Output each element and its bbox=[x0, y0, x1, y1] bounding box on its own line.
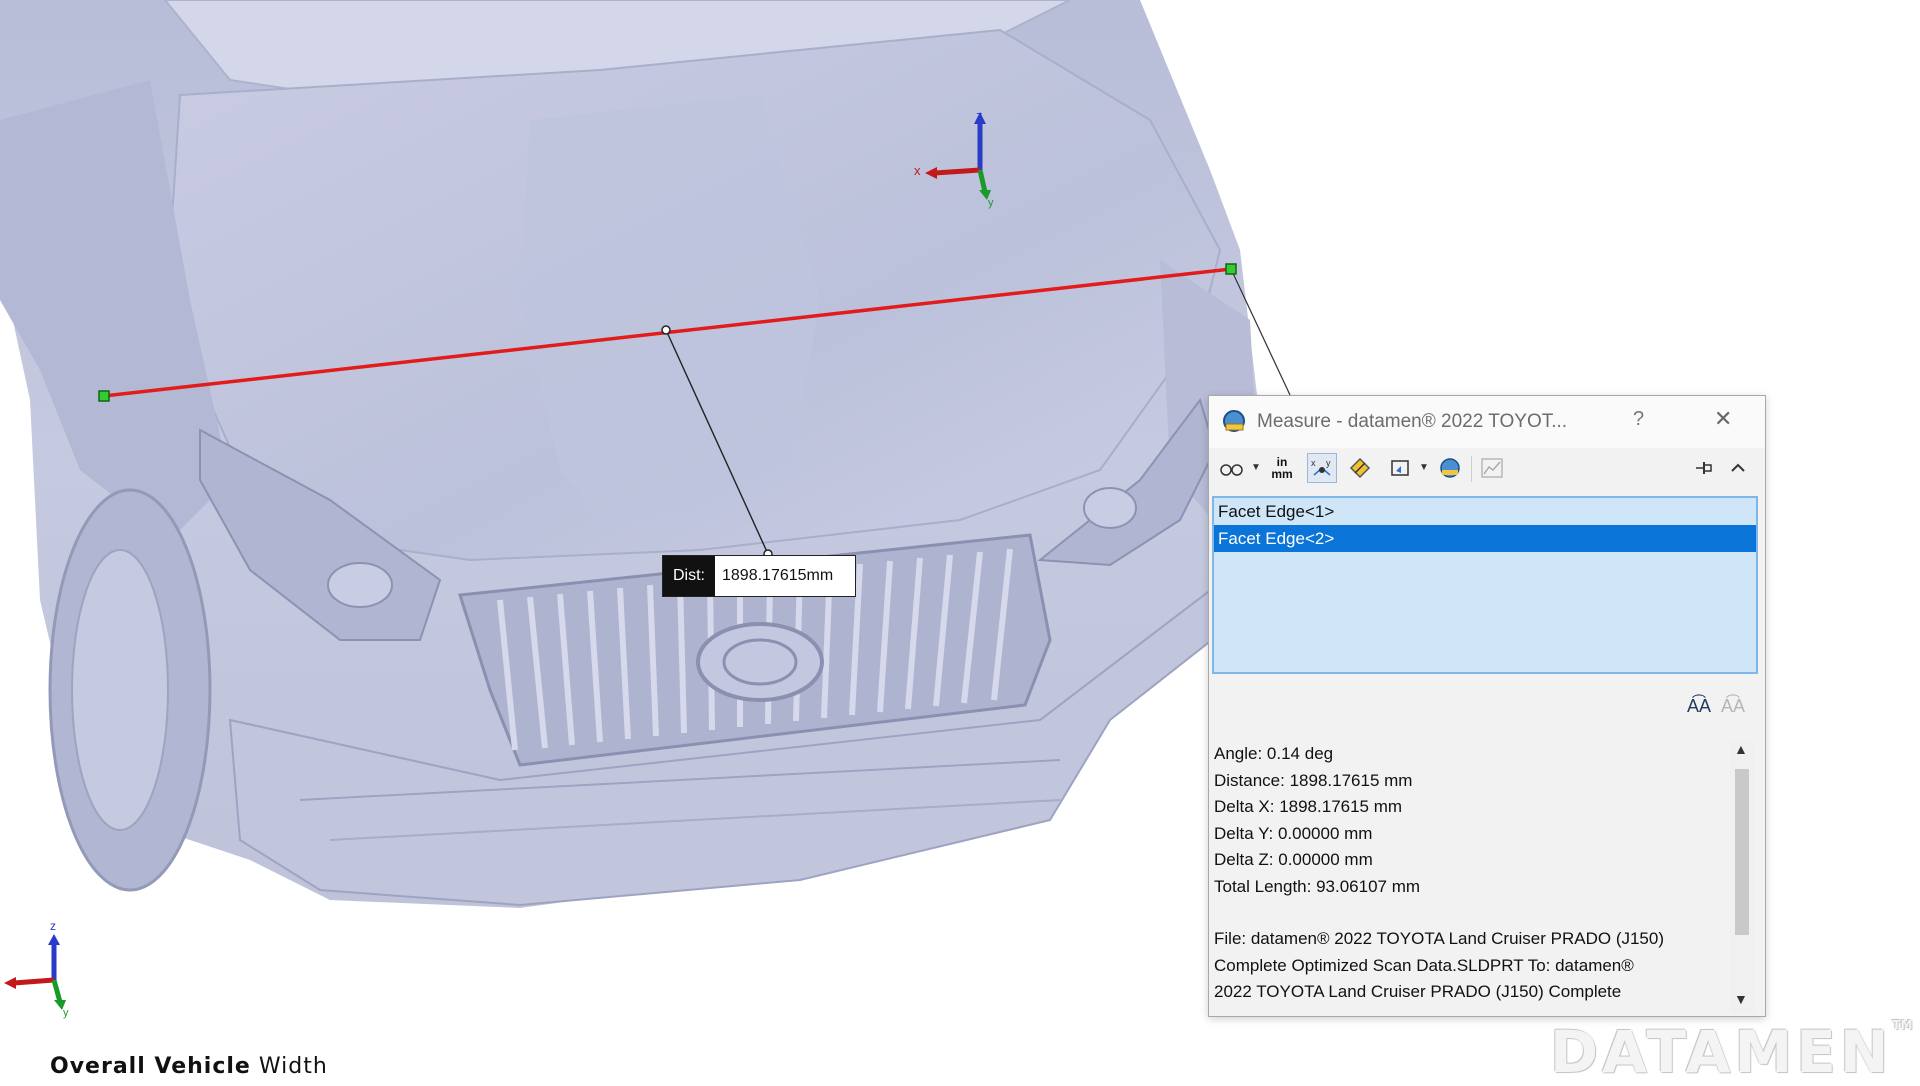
scroll-down-icon[interactable]: ▼ bbox=[1734, 991, 1748, 1007]
sensor-button[interactable] bbox=[1477, 453, 1507, 483]
file-info-line-3: 2022 TOYOTA Land Cruiser PRADO (J150) Co… bbox=[1214, 982, 1622, 1001]
units-precision-button[interactable]: in mm bbox=[1267, 453, 1297, 483]
svg-text:z: z bbox=[976, 108, 983, 123]
point-to-point-button[interactable] bbox=[1345, 453, 1375, 483]
endpoint-marker-left bbox=[98, 390, 110, 402]
svg-text:y: y bbox=[1326, 458, 1331, 468]
toolbar-separator bbox=[1471, 456, 1472, 482]
help-button[interactable]: ? bbox=[1633, 408, 1644, 431]
point-to-point-icon bbox=[1349, 457, 1371, 479]
measure-tool-icon bbox=[1223, 410, 1245, 432]
measurement-history-button[interactable] bbox=[1435, 453, 1465, 483]
result-total-length: Total Length: 93.06107 mm bbox=[1214, 876, 1421, 896]
watermark-text: DATAMEN bbox=[1550, 1018, 1893, 1086]
collapse-icon bbox=[1731, 463, 1745, 472]
svg-text:x: x bbox=[914, 163, 921, 178]
watermark-tm: TM bbox=[1892, 1018, 1913, 1032]
pin-icon bbox=[1696, 462, 1712, 474]
distance-callout-value: 1898.17615mm bbox=[722, 567, 834, 584]
pin-button[interactable] bbox=[1689, 453, 1719, 483]
result-delta-x: Delta X: 1898.17615 mm bbox=[1214, 797, 1403, 816]
dialog-title: Measure - datamen® 2022 TOYOT... bbox=[1257, 411, 1568, 432]
measure-toolbar: ▼ in mm x y ▼ bbox=[1209, 448, 1765, 490]
arc-circle-button[interactable] bbox=[1217, 453, 1247, 483]
scroll-thumb[interactable] bbox=[1735, 769, 1749, 935]
file-info-line-2: Complete Optimized Scan Data.SLDPRT To: … bbox=[1214, 955, 1634, 975]
distance-callout[interactable]: Dist: 1898.17615mm bbox=[662, 555, 857, 597]
projection-icon bbox=[1391, 460, 1409, 476]
sensor-icon bbox=[1481, 458, 1503, 478]
svg-text:x: x bbox=[1311, 458, 1316, 468]
units-icon: in mm bbox=[1271, 455, 1293, 481]
endpoint-marker-right bbox=[1225, 263, 1237, 275]
measure-dialog[interactable]: Measure - datamen® 2022 TOYOT... ? ✕ ▼ i… bbox=[1208, 395, 1766, 1017]
font-size-controls: A͡A A͡A bbox=[1687, 696, 1745, 717]
result-distance: Distance: 1898.17615 mm bbox=[1214, 770, 1413, 790]
collapse-button[interactable] bbox=[1723, 453, 1753, 483]
result-delta-y: Delta Y: 0.00000 mm bbox=[1214, 823, 1373, 843]
result-angle: Angle: 0.14 deg bbox=[1214, 744, 1334, 763]
result-delta-z: Delta Z: 0.00000 mm bbox=[1214, 850, 1373, 869]
results-spacer bbox=[1214, 900, 1726, 926]
scroll-up-icon[interactable]: ▲ bbox=[1734, 741, 1748, 757]
figure-caption: Overall Vehicle Width bbox=[50, 1054, 328, 1079]
svg-text:z: z bbox=[50, 919, 56, 933]
measurement-history-icon bbox=[1440, 458, 1460, 478]
caption-rest: Width bbox=[258, 1054, 328, 1079]
xyz-dimensions-icon: x y bbox=[1311, 458, 1331, 476]
svg-text:y: y bbox=[63, 1007, 69, 1019]
selection-list[interactable]: Facet Edge<1> Facet Edge<2> bbox=[1212, 496, 1758, 674]
xyz-dimensions-button[interactable]: x y bbox=[1307, 453, 1337, 483]
dialog-titlebar[interactable]: Measure - datamen® 2022 TOYOT... ? ✕ bbox=[1209, 396, 1765, 448]
datamen-logo-watermark: DATAMENTM bbox=[1550, 1018, 1913, 1086]
results-scrollbar[interactable]: ▲ ▼ bbox=[1730, 741, 1754, 1013]
arc-circle-icon bbox=[1220, 464, 1243, 476]
selection-item-facet-edge-2[interactable]: Facet Edge<2> bbox=[1214, 525, 1756, 552]
distance-callout-key: Dist: bbox=[663, 556, 715, 596]
decrease-font-icon[interactable]: A͡A bbox=[1721, 696, 1745, 716]
view-axis-triad: z y bbox=[4, 919, 69, 1019]
selection-item-facet-edge-1[interactable]: Facet Edge<1> bbox=[1214, 498, 1756, 525]
vehicle-body bbox=[0, 0, 1260, 908]
increase-font-icon[interactable]: A͡A bbox=[1687, 696, 1711, 716]
svg-text:y: y bbox=[988, 197, 994, 209]
caption-bold: Overall Vehicle bbox=[50, 1054, 251, 1079]
projection-options-caret-icon[interactable]: ▼ bbox=[1419, 462, 1429, 473]
projection-button[interactable] bbox=[1385, 453, 1415, 483]
measurement-results: Angle: 0.14 deg Distance: 1898.17615 mm … bbox=[1214, 741, 1726, 1011]
close-button[interactable]: ✕ bbox=[1714, 406, 1732, 432]
arc-options-caret-icon[interactable]: ▼ bbox=[1251, 462, 1261, 473]
file-info-line-1: File: datamen® 2022 TOYOTA Land Cruiser … bbox=[1214, 929, 1665, 948]
